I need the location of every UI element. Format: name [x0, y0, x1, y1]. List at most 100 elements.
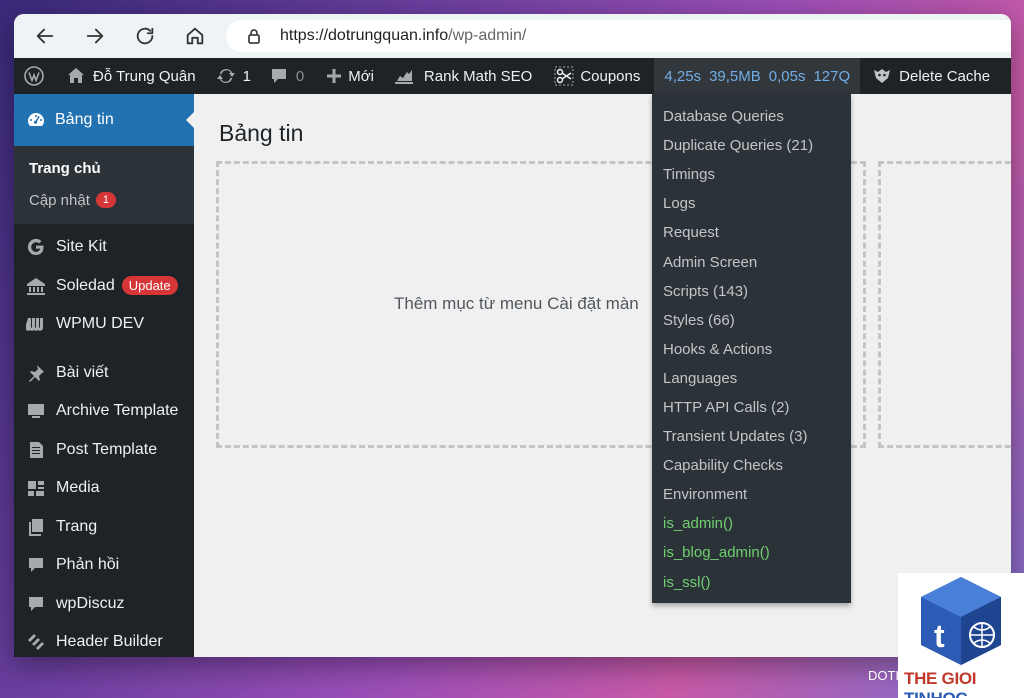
cube-logo-icon: t: [921, 577, 1001, 665]
sidebar-item-post-template[interactable]: Post Template: [14, 431, 194, 470]
updates-link[interactable]: 1: [204, 58, 259, 94]
plus-icon: [327, 69, 342, 83]
qm-queries: 127Q: [813, 67, 851, 85]
admin-sidebar: Bảng tin Trang chủ Cập nhật 1 Site Kit S…: [14, 94, 194, 657]
back-button[interactable]: [32, 23, 58, 49]
qm-menu-item[interactable]: Capability Checks: [652, 451, 851, 480]
rank-math-label: Rank Math SEO: [423, 67, 533, 85]
svg-text:t: t: [934, 618, 945, 654]
sidebar-item-wpmu-dev[interactable]: WPMU DEV: [14, 305, 194, 344]
qm-menu-item[interactable]: Transient Updates (3): [652, 422, 851, 451]
wpmudev-icon: [26, 314, 46, 334]
site-name-link[interactable]: Đỗ Trung Quân: [58, 58, 204, 94]
address-bar[interactable]: https://dotrungquan.info/wp-admin/: [226, 20, 1011, 52]
main-content: Bảng tin Thêm mục từ menu Cài đặt màn: [194, 94, 1011, 657]
query-monitor-menu[interactable]: 4,25s 39,5MB 0,05s 127Q: [654, 58, 861, 94]
scissors-icon: [554, 66, 574, 86]
cache-icon: [874, 69, 891, 83]
qm-menu-item[interactable]: Duplicate Queries (21): [652, 131, 851, 160]
comments-icon: [26, 555, 46, 575]
sidebar-item-media[interactable]: Media: [14, 469, 194, 508]
comment-icon: [271, 69, 286, 83]
sidebar-item-dashboard[interactable]: Bảng tin: [14, 94, 194, 146]
qm-memory: 39,5MB: [709, 67, 761, 85]
empty-widgets-text: Thêm mục từ menu Cài đặt màn: [394, 294, 639, 313]
home-icon: [68, 68, 84, 83]
wp-logo-button[interactable]: [14, 58, 58, 94]
submenu-updates-label: Cập nhật: [29, 191, 90, 209]
forward-button[interactable]: [82, 23, 108, 49]
wp-admin-bar: Đỗ Trung Quân 1 0 Mới Rank Math SEO Coup…: [14, 58, 1011, 94]
browser-window: https://dotrungquan.info/wp-admin/ Đỗ Tr…: [14, 14, 1011, 657]
sidebar-item-pages[interactable]: Trang: [14, 508, 194, 547]
updates-count: 1: [242, 67, 251, 85]
submenu-item-home[interactable]: Trang chủ: [14, 152, 194, 184]
dashboard-label: Bảng tin: [55, 111, 114, 128]
dashboard-icon: [28, 113, 44, 126]
archive-template-label: Archive Template: [56, 402, 179, 420]
sidebar-item-wpdiscuz[interactable]: wpDiscuz: [14, 585, 194, 624]
qm-menu-item[interactable]: Admin Screen: [652, 247, 851, 276]
rank-math-icon: [394, 70, 413, 84]
qm-condition-item[interactable]: is_ssl(): [652, 568, 851, 597]
sidebar-item-header-builder[interactable]: Header Builder: [14, 623, 194, 657]
qm-menu-item[interactable]: Database Queries: [652, 102, 851, 131]
pages-icon: [26, 517, 46, 537]
coupons-label: Coupons: [580, 67, 641, 85]
soledad-update-badge: Update: [121, 276, 178, 296]
qm-menu-item[interactable]: Hooks & Actions: [652, 335, 851, 364]
post-template-label: Post Template: [56, 440, 158, 458]
updates-badge: 1: [95, 192, 117, 208]
lock-icon: [246, 28, 262, 44]
browser-toolbar: https://dotrungquan.info/wp-admin/: [14, 14, 1011, 58]
soledad-icon: [26, 276, 46, 296]
posts-label: Bài viết: [56, 363, 109, 381]
comments-label: Phản hồi: [56, 556, 120, 574]
query-monitor-dropdown: Database Queries Duplicate Queries (21) …: [652, 94, 851, 603]
new-content-link[interactable]: Mới: [312, 58, 382, 94]
post-template-icon: [26, 440, 46, 460]
sidebar-item-site-kit[interactable]: Site Kit: [14, 228, 194, 267]
reload-icon: [136, 27, 154, 45]
qm-menu-item[interactable]: Logs: [652, 189, 851, 218]
brand-name: THE GIOI TINHOC: [904, 669, 977, 698]
wpmu-dev-label: WPMU DEV: [56, 315, 144, 333]
url-host: https://dotrungquan.info: [280, 27, 449, 44]
qm-menu-item[interactable]: Environment: [652, 480, 851, 509]
submenu-item-updates[interactable]: Cập nhật 1: [14, 184, 194, 216]
sidebar-item-soledad[interactable]: Soledad Update: [14, 267, 194, 306]
qm-menu-item[interactable]: Languages: [652, 364, 851, 393]
delete-cache-link[interactable]: Delete Cache: [860, 58, 998, 94]
qm-time: 4,25s: [664, 67, 702, 85]
dashboard-submenu: Trang chủ Cập nhật 1: [14, 146, 194, 224]
delete-cache-label: Delete Cache: [899, 67, 991, 85]
pages-label: Trang: [56, 517, 98, 535]
wpdiscuz-icon: [26, 594, 46, 614]
qm-menu-item[interactable]: HTTP API Calls (2): [652, 393, 851, 422]
qm-menu-item[interactable]: Timings: [652, 160, 851, 189]
media-icon: [26, 478, 46, 498]
coupons-link[interactable]: Coupons: [540, 58, 648, 94]
wpdiscuz-label: wpDiscuz: [56, 594, 125, 612]
submenu-home-label: Trang chủ: [29, 159, 101, 177]
qm-condition-item[interactable]: is_admin(): [652, 509, 851, 538]
qm-menu-item[interactable]: Styles (66): [652, 306, 851, 335]
sidebar-item-archive-template[interactable]: Archive Template: [14, 392, 194, 431]
rank-math-link[interactable]: Rank Math SEO: [382, 58, 540, 94]
comments-link[interactable]: 0: [259, 58, 312, 94]
header-builder-icon: [26, 632, 46, 652]
qm-menu-item[interactable]: Scripts (143): [652, 277, 851, 306]
qm-menu-item[interactable]: Request: [652, 218, 851, 247]
sidebar-item-posts[interactable]: Bài viết: [14, 354, 194, 393]
dashboard-widget-dropzone-2: [878, 161, 1011, 448]
home-icon: [186, 27, 204, 45]
reload-button[interactable]: [132, 23, 158, 49]
page-title: Bảng tin: [219, 120, 304, 146]
site-name: Đỗ Trung Quân: [93, 67, 196, 85]
arrow-right-icon: [86, 28, 104, 44]
qm-condition-item[interactable]: is_blog_admin(): [652, 538, 851, 567]
site-kit-label: Site Kit: [56, 238, 107, 256]
sidebar-item-comments[interactable]: Phản hồi: [14, 546, 194, 585]
home-button[interactable]: [182, 23, 208, 49]
media-label: Media: [56, 479, 100, 497]
